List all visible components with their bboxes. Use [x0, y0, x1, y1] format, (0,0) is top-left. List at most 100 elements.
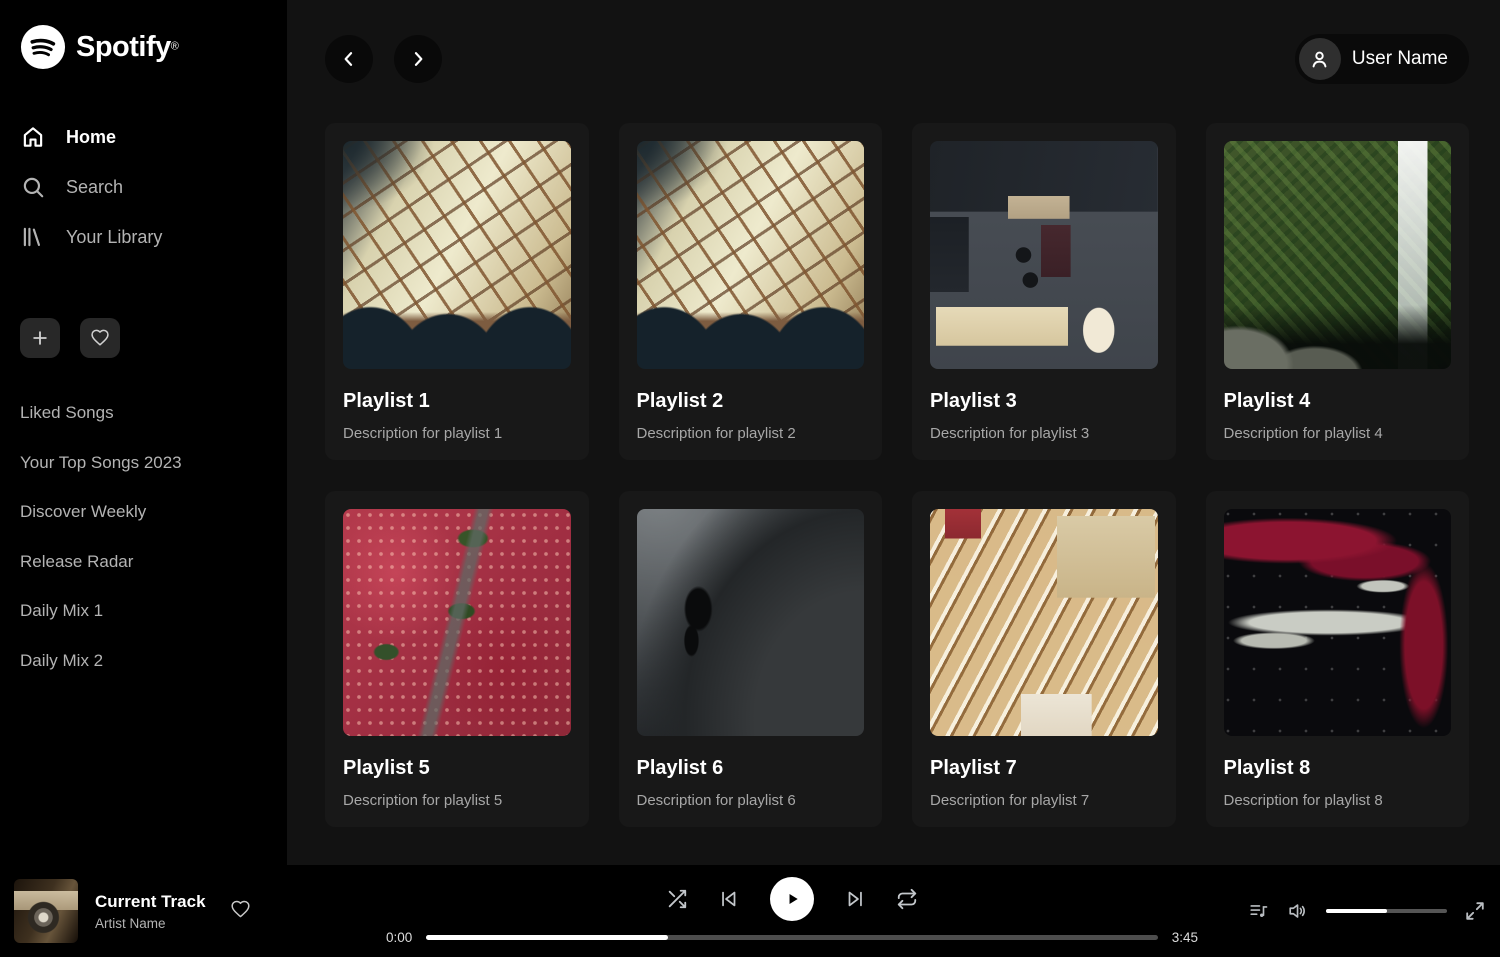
playlist-card-4[interactable]: Playlist 4 Description for playlist 4	[1206, 123, 1470, 460]
playlist-description: Description for playlist 4	[1224, 425, 1452, 442]
user-icon	[1308, 48, 1331, 71]
logo-text: Spotify	[76, 31, 171, 63]
skip-forward-icon	[844, 888, 866, 910]
playlist-cover-image	[343, 141, 571, 369]
track-info: Current Track Artist Name	[95, 892, 206, 931]
playlist-card-5[interactable]: Playlist 5 Description for playlist 5	[325, 491, 589, 828]
progress-row: 0:00 3:45	[386, 930, 1198, 945]
repeat-button[interactable]	[896, 888, 918, 910]
logo-wordmark: Spotify®	[76, 31, 179, 64]
sidebar-item-your-library[interactable]: Your Library	[20, 212, 267, 262]
spotify-logo: Spotify®	[20, 24, 267, 70]
current-time-label: 0:00	[386, 930, 412, 945]
forward-button[interactable]	[394, 35, 442, 83]
queue-button[interactable]	[1248, 900, 1270, 922]
playlist-title: Playlist 6	[637, 757, 865, 780]
playlist-card-7[interactable]: Playlist 7 Description for playlist 7	[912, 491, 1176, 828]
spotify-logo-icon	[20, 24, 66, 70]
library-icon	[20, 224, 46, 250]
home-icon	[20, 124, 46, 150]
playlist-description: Description for playlist 5	[343, 792, 571, 809]
sidebar: Spotify® Home Search Your Library	[0, 0, 287, 865]
main-header: User Name	[325, 34, 1469, 84]
user-name-label: User Name	[1352, 48, 1448, 70]
liked-songs-button[interactable]	[80, 318, 120, 358]
sidebar-item-home[interactable]: Home	[20, 112, 267, 162]
queue-icon	[1248, 900, 1270, 922]
player-right	[1198, 900, 1486, 922]
shuffle-button[interactable]	[666, 888, 688, 910]
sidebar-playlist-daily-mix-1[interactable]: Daily Mix 1	[20, 586, 267, 636]
playlist-cover-image	[343, 509, 571, 737]
playlist-description: Description for playlist 3	[930, 425, 1158, 442]
fullscreen-button[interactable]	[1464, 900, 1486, 922]
skip-back-icon	[718, 888, 740, 910]
album-art	[14, 879, 78, 943]
sidebar-item-search[interactable]: Search	[20, 162, 267, 212]
playlist-title: Playlist 5	[343, 757, 571, 780]
progress-bar[interactable]	[426, 935, 1157, 940]
heart-icon	[230, 899, 251, 920]
sidebar-playlist-discover-weekly[interactable]: Discover Weekly	[20, 487, 267, 537]
like-track-button[interactable]	[230, 899, 251, 923]
next-track-button[interactable]	[844, 888, 866, 910]
playlist-cover-image	[930, 509, 1158, 737]
back-button[interactable]	[325, 35, 373, 83]
playlist-card-2[interactable]: Playlist 2 Description for playlist 2	[619, 123, 883, 460]
progress-fill	[426, 935, 667, 940]
playlist-cover-image	[1224, 141, 1452, 369]
playlist-title: Playlist 1	[343, 390, 571, 413]
previous-track-button[interactable]	[718, 888, 740, 910]
track-artist: Artist Name	[95, 916, 206, 931]
history-nav	[325, 35, 442, 83]
playlist-card-6[interactable]: Playlist 6 Description for playlist 6	[619, 491, 883, 828]
search-icon	[20, 174, 46, 200]
sidebar-playlist-liked-songs[interactable]: Liked Songs	[20, 388, 267, 438]
playlist-cover-image	[637, 509, 865, 737]
playlist-cover-image	[930, 141, 1158, 369]
chevron-right-icon	[408, 49, 428, 69]
sidebar-actions	[20, 318, 267, 358]
user-menu-button[interactable]: User Name	[1295, 34, 1469, 84]
sidebar-playlist-release-radar[interactable]: Release Radar	[20, 537, 267, 587]
playlist-title: Playlist 2	[637, 390, 865, 413]
playlist-title: Playlist 8	[1224, 757, 1452, 780]
play-button[interactable]	[770, 877, 814, 921]
play-icon	[781, 888, 803, 910]
total-time-label: 3:45	[1172, 930, 1198, 945]
volume-button[interactable]	[1287, 900, 1309, 922]
logo-registered-mark: ®	[171, 40, 179, 52]
sidebar-nav: Home Search Your Library	[20, 112, 267, 262]
playlist-card-1[interactable]: Playlist 1 Description for playlist 1	[325, 123, 589, 460]
now-playing: Current Track Artist Name	[14, 879, 386, 943]
transport-controls	[666, 877, 918, 921]
heart-icon	[90, 328, 110, 348]
plus-icon	[30, 328, 50, 348]
playlist-description: Description for playlist 8	[1224, 792, 1452, 809]
chevron-left-icon	[339, 49, 359, 69]
playlist-card-3[interactable]: Playlist 3 Description for playlist 3	[912, 123, 1176, 460]
sidebar-playlist-daily-mix-2[interactable]: Daily Mix 2	[20, 636, 267, 686]
repeat-icon	[896, 888, 918, 910]
track-title: Current Track	[95, 892, 206, 912]
volume-fill	[1326, 909, 1387, 914]
playlist-cover-image	[1224, 509, 1452, 737]
playlist-description: Description for playlist 6	[637, 792, 865, 809]
player-center: 0:00 3:45	[386, 877, 1198, 945]
app-shell: Spotify® Home Search Your Library	[0, 0, 1500, 865]
sidebar-playlist-list: Liked Songs Your Top Songs 2023 Discover…	[20, 388, 267, 685]
playlist-title: Playlist 3	[930, 390, 1158, 413]
sidebar-item-label: Your Library	[66, 227, 162, 248]
playlist-title: Playlist 7	[930, 757, 1158, 780]
volume-slider[interactable]	[1326, 909, 1447, 914]
sidebar-item-label: Home	[66, 127, 116, 148]
create-playlist-button[interactable]	[20, 318, 60, 358]
playlist-card-8[interactable]: Playlist 8 Description for playlist 8	[1206, 491, 1470, 828]
shuffle-icon	[666, 888, 688, 910]
playlist-description: Description for playlist 2	[637, 425, 865, 442]
playlist-grid: Playlist 1 Description for playlist 1 Pl…	[325, 123, 1469, 827]
playlist-title: Playlist 4	[1224, 390, 1452, 413]
player-bar: Current Track Artist Name	[0, 865, 1500, 957]
sidebar-playlist-top-songs[interactable]: Your Top Songs 2023	[20, 438, 267, 488]
playlist-cover-image	[637, 141, 865, 369]
